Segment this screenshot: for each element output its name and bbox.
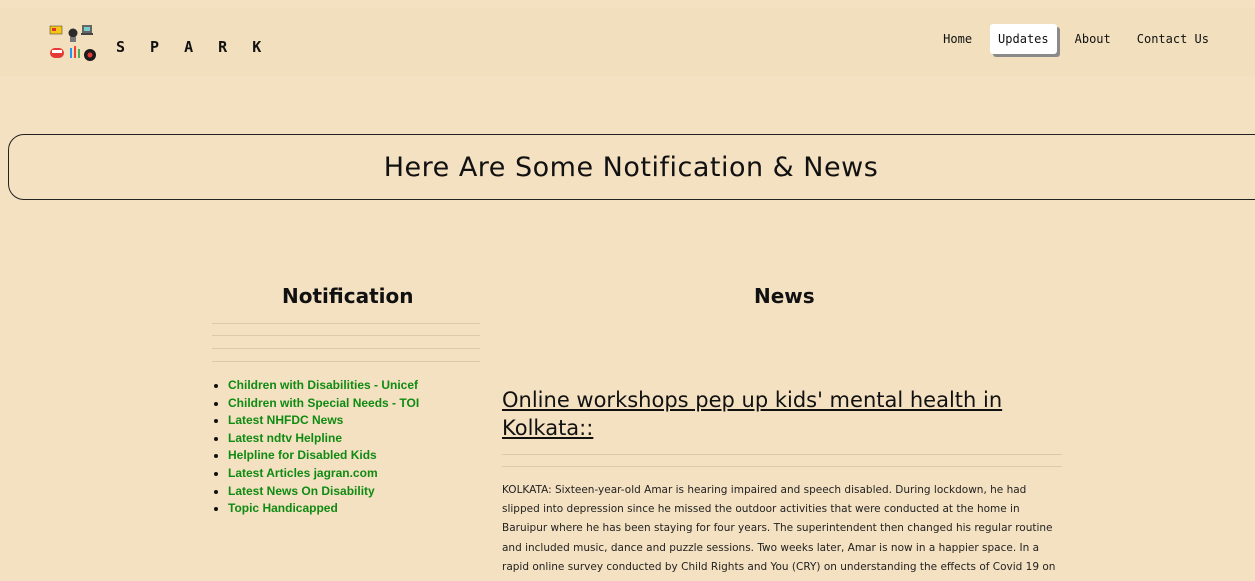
notification-link[interactable]: Helpline for Disabled Kids <box>228 448 377 462</box>
divider <box>212 323 480 324</box>
list-item: Children with Disabilities - Unicef <box>228 377 419 395</box>
list-item: Helpline for Disabled Kids <box>228 447 419 465</box>
list-item: Latest News On Disability <box>228 483 419 501</box>
page-title: Here Are Some Notification & News <box>383 151 879 183</box>
divider <box>502 454 1062 455</box>
news-heading: News <box>754 284 815 308</box>
list-item: Children with Special Needs - TOI <box>228 395 419 413</box>
page-banner: Here Are Some Notification & News <box>8 134 1255 200</box>
nav-home[interactable]: Home <box>935 24 980 54</box>
notification-link[interactable]: Topic Handicapped <box>228 501 338 515</box>
main-nav: Home Updates About Contact Us <box>935 24 1217 54</box>
notification-link[interactable]: Latest News On Disability <box>228 484 375 498</box>
notification-link[interactable]: Latest ndtv Helpline <box>228 431 342 445</box>
nav-about[interactable]: About <box>1067 24 1119 54</box>
notification-link[interactable]: Latest Articles jagran.com <box>228 466 378 480</box>
divider <box>502 466 1062 467</box>
kids-activities-logo-icon[interactable] <box>48 24 100 64</box>
divider <box>212 361 480 362</box>
nav-updates[interactable]: Updates <box>990 24 1057 54</box>
news-article-body: KOLKATA: Sixteen-year-old Amar is hearin… <box>502 484 1056 581</box>
divider <box>212 335 480 336</box>
list-item: Latest Articles jagran.com <box>228 465 419 483</box>
news-article-title-link[interactable]: Online workshops pep up kids' mental hea… <box>502 386 1062 442</box>
nav-contact-us[interactable]: Contact Us <box>1129 24 1217 54</box>
notification-list: Children with Disabilities - Unicef Chil… <box>212 377 419 518</box>
divider <box>212 348 480 349</box>
notification-heading: Notification <box>282 284 414 308</box>
list-item: Topic Handicapped <box>228 500 419 518</box>
list-item: Latest NHFDC News <box>228 412 419 430</box>
brand-name[interactable]: S P A R K <box>116 38 269 56</box>
notification-link[interactable]: Children with Disabilities - Unicef <box>228 378 418 392</box>
notification-link[interactable]: Children with Special Needs - TOI <box>228 396 419 410</box>
notification-link[interactable]: Latest NHFDC News <box>228 413 343 427</box>
list-item: Latest ndtv Helpline <box>228 430 419 448</box>
